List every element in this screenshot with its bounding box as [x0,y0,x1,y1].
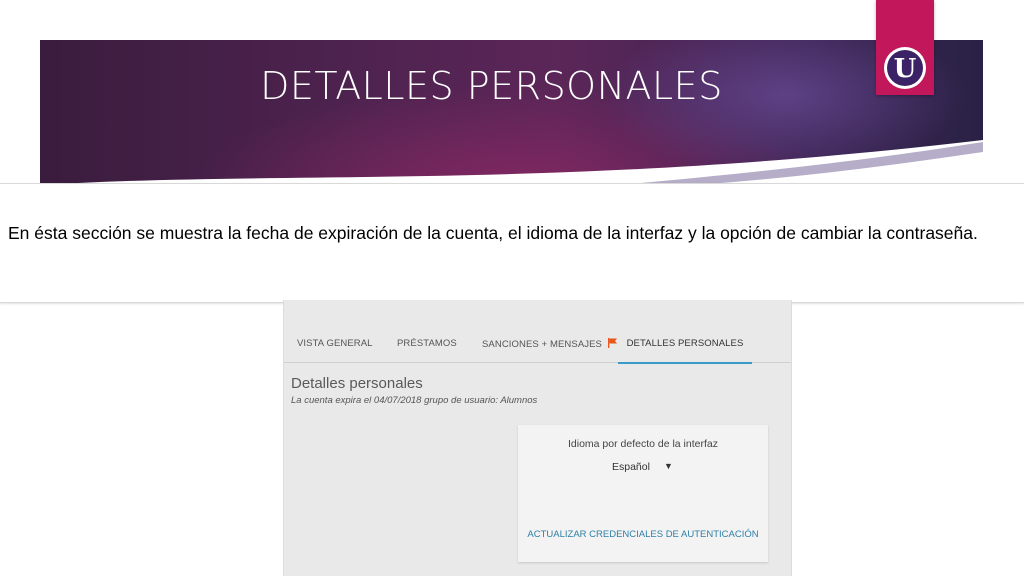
account-expiry-text: La cuenta expira el 04/07/2018 grupo de … [291,395,538,406]
title-banner: DETALLES PERSONALES [40,40,983,190]
flag-icon [607,338,617,348]
tab-label: PRÉSTAMOS [397,338,457,349]
slide: DETALLES PERSONALES U En ésta sección se… [0,0,1024,576]
language-value: Español [612,461,650,473]
university-logo: U [876,0,934,95]
preferences-card: Idioma por defecto de la interfaz Españo… [518,425,768,562]
tab-label: SANCIONES + MENSAJES [482,339,602,350]
tab-label: VISTA GENERAL [297,338,373,349]
section-title: Detalles personales [291,375,423,392]
slide-title: DETALLES PERSONALES [260,64,723,108]
tab-label: DETALLES PERSONALES [626,338,744,349]
tab-prestamos[interactable]: PRÉSTAMOS [397,338,457,362]
caption-text: En ésta sección se muestra la fecha de e… [8,223,978,243]
tab-detalles-personales[interactable]: DETALLES PERSONALES [618,338,752,364]
tab-sanciones-mensajes[interactable]: SANCIONES + MENSAJES [482,338,617,362]
language-select[interactable]: Español ▼ [612,461,673,473]
logo-letter: U [894,54,917,84]
account-screenshot: VISTA GENERAL PRÉSTAMOS SANCIONES + MENS… [283,300,792,576]
account-tabs: VISTA GENERAL PRÉSTAMOS SANCIONES + MENS… [284,330,791,364]
caption-box: En ésta sección se muestra la fecha de e… [0,183,1024,303]
language-label: Idioma por defecto de la interfaz [567,438,718,450]
caret-down-icon: ▼ [663,461,673,471]
tab-vista-general[interactable]: VISTA GENERAL [297,338,373,362]
u-logo-icon: U [884,47,926,89]
banner-wave-decoration [40,140,983,190]
update-credentials-link[interactable]: ACTUALIZAR CREDENCIALES DE AUTENTICACIÓN [518,529,768,540]
